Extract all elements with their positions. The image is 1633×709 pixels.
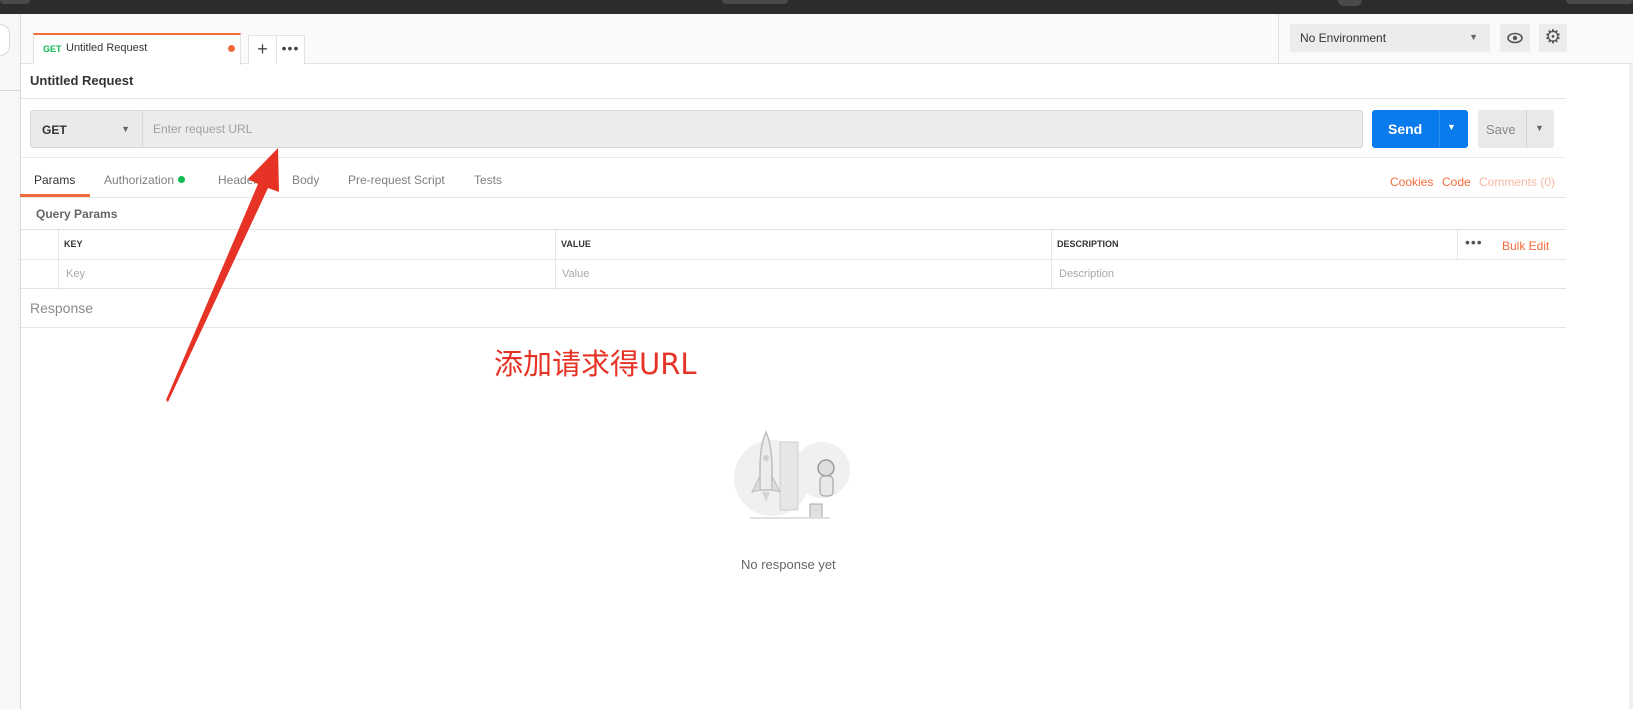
annotation-arrow-icon [166, 148, 279, 402]
annotation-text: 添加请求得URL [494, 347, 697, 381]
